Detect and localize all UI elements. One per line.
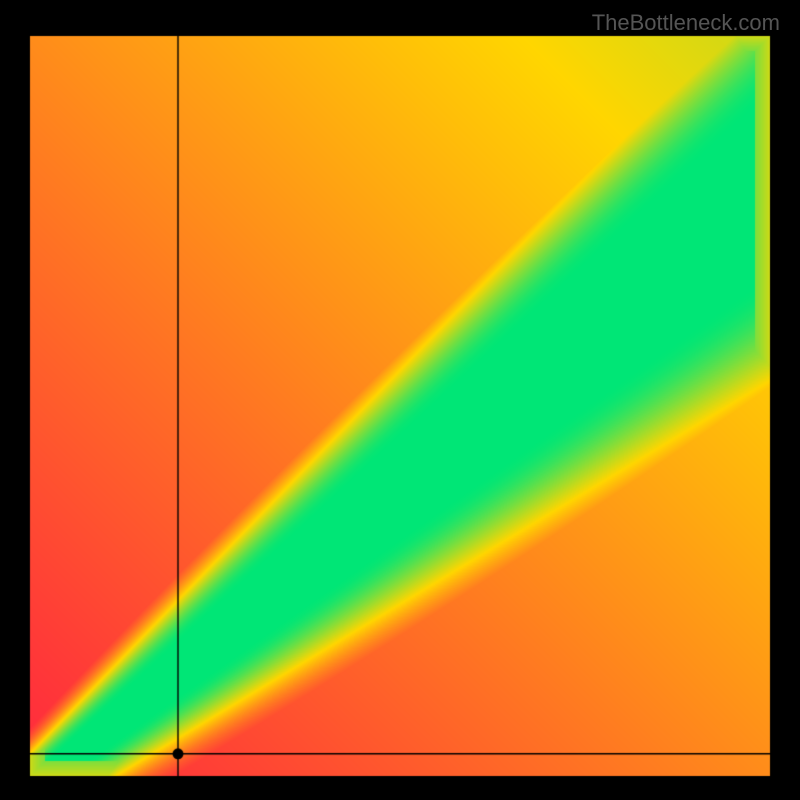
bottleneck-heatmap: TheBottleneck.com bbox=[0, 0, 800, 800]
watermark-text: TheBottleneck.com bbox=[592, 10, 780, 36]
heatmap-canvas bbox=[0, 0, 800, 800]
